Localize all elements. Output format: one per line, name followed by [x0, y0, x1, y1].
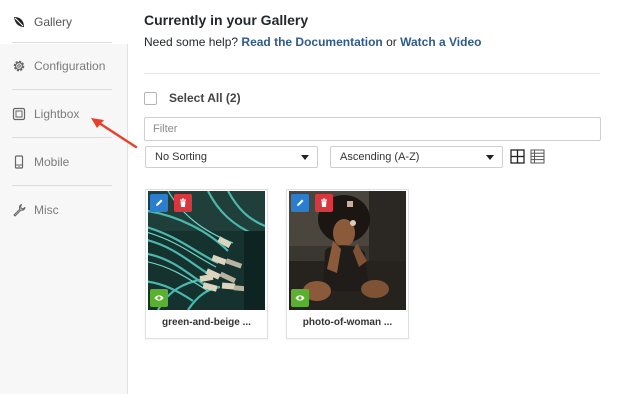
annotation-arrow: [91, 118, 138, 149]
lightbox-icon: [12, 107, 26, 121]
grid-view-icon[interactable]: [510, 149, 525, 164]
sidebar-item-label: Lightbox: [34, 107, 80, 121]
list-view-icon[interactable]: [530, 149, 545, 164]
gallery-item[interactable]: green-and-beige ...: [145, 189, 268, 339]
edit-button[interactable]: [291, 194, 309, 212]
trash-icon: [321, 198, 327, 207]
leaf-icon: [12, 15, 26, 29]
gear-icon: [12, 59, 26, 73]
select-all: Select All (2): [144, 91, 241, 105]
divider: [12, 185, 112, 186]
sidebar-item-configuration[interactable]: Configuration: [0, 44, 128, 88]
divider: [12, 89, 112, 90]
pencil-icon: [156, 199, 163, 206]
gallery-item[interactable]: photo-of-woman ...: [286, 189, 409, 339]
trash-icon: [180, 198, 186, 207]
video-link[interactable]: Watch a Video: [400, 35, 481, 49]
pencil-icon: [297, 199, 304, 206]
item-caption: photo-of-woman ...: [302, 317, 393, 328]
sorting-select[interactable]: No Sorting: [145, 146, 318, 168]
caret-down-icon: [486, 154, 494, 160]
item-caption: green-and-beige ...: [162, 317, 251, 328]
wrench-icon: [12, 203, 26, 217]
sidebar-item-label: Gallery: [34, 15, 73, 29]
page-title: Currently in your Gallery: [144, 12, 309, 28]
filter-input[interactable]: [144, 117, 601, 141]
select-all-label: Select All (2): [169, 91, 241, 105]
sidebar-item-misc[interactable]: Misc: [0, 188, 128, 232]
help-or: or: [386, 35, 397, 49]
sidebar-item-gallery[interactable]: Gallery: [0, 0, 129, 44]
divider: [144, 73, 600, 74]
help-prefix: Need some help?: [144, 35, 239, 49]
sidebar-item-label: Misc: [34, 203, 59, 217]
sidebar-item-label: Configuration: [34, 59, 106, 73]
preview-button[interactable]: [291, 289, 309, 307]
edit-button[interactable]: [150, 194, 168, 212]
mobile-icon: [12, 155, 26, 169]
sorting-select-value: No Sorting: [155, 151, 207, 163]
delete-button[interactable]: [315, 194, 333, 212]
order-select-value: Ascending (A-Z): [340, 151, 420, 163]
delete-button[interactable]: [174, 194, 192, 212]
caret-down-icon: [301, 154, 309, 160]
divider: [12, 42, 112, 43]
help-text: Need some help? Read the Documentation o…: [144, 35, 481, 49]
eye-icon: [154, 295, 164, 301]
preview-button[interactable]: [150, 289, 168, 307]
order-select[interactable]: Ascending (A-Z): [330, 146, 503, 168]
eye-icon: [295, 295, 305, 301]
select-all-checkbox[interactable]: [144, 91, 157, 105]
sidebar-item-label: Mobile: [34, 155, 70, 169]
documentation-link[interactable]: Read the Documentation: [241, 35, 382, 49]
settings-sidebar: Gallery Configuration Lightbox Mobile Mi…: [0, 0, 129, 394]
